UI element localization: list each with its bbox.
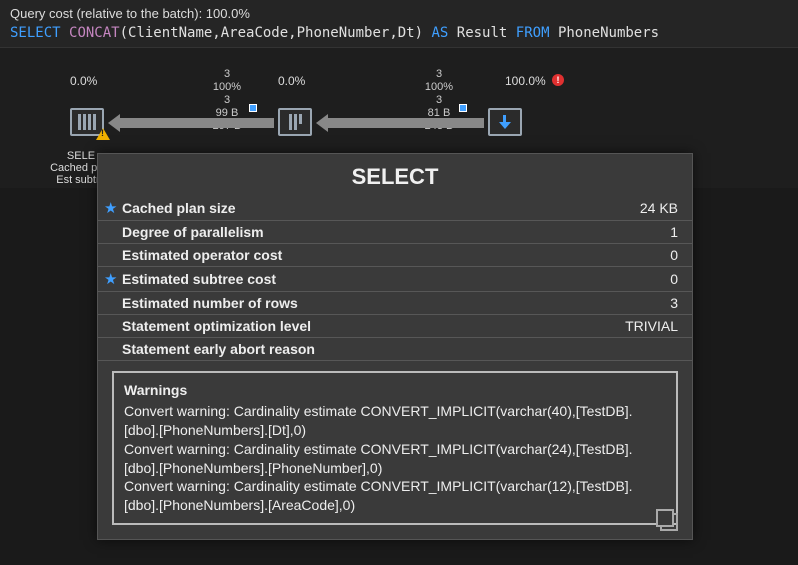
prop-row: ★ Cached plan size 24 KB [98,196,692,221]
plan-node-scan[interactable] [488,108,522,136]
query-cost-line: Query cost (relative to the batch): 100.… [10,6,788,21]
plan-node-compute[interactable] [278,108,312,136]
sql-args: (ClientName,AreaCode,PhoneNumber,Dt) [120,25,423,41]
warning-badge-icon: ! [552,74,564,86]
operator-tooltip: SELECT ★ Cached plan size 24 KB Degree o… [97,153,693,540]
star-icon: ★ [104,270,122,288]
prop-label: Estimated operator cost [122,247,670,263]
plan-edge [118,118,274,128]
collapse-toggle-icon[interactable] [459,104,467,112]
prop-row: Statement optimization level TRIVIAL [98,315,692,338]
prop-row: ★ Estimated subtree cost 0 [98,267,692,292]
query-header: Query cost (relative to the batch): 100.… [0,0,798,48]
prop-label: Degree of parallelism [122,224,670,240]
prop-value: 1 [670,224,678,240]
prop-value: 0 [670,271,678,287]
warnings-title: Warnings [124,381,666,400]
copy-icon[interactable] [660,513,678,531]
kw-select: SELECT [10,25,61,41]
prop-label: Estimated number of rows [122,295,670,311]
warnings-box: Warnings Convert warning: Cardinality es… [112,371,678,525]
prop-row: Estimated number of rows 3 [98,292,692,315]
prop-row: Estimated operator cost 0 [98,244,692,267]
prop-label: Cached plan size [122,200,640,216]
prop-row: Degree of parallelism 1 [98,221,692,244]
node1-cost-pct: 0.0% [70,74,97,88]
node2-cost-pct: 0.0% [278,74,305,88]
warning-line: Convert warning: Cardinality estimate CO… [124,440,666,478]
prop-value: 3 [670,295,678,311]
warning-line: Convert warning: Cardinality estimate CO… [124,402,666,440]
star-icon: ★ [104,199,122,217]
prop-label: Statement early abort reason [122,341,678,357]
kw-concat: CONCAT [69,25,120,41]
prop-value: TRIVIAL [625,318,678,334]
prop-value: 24 KB [640,200,678,216]
kw-as: AS [431,25,448,41]
collapse-toggle-icon[interactable] [249,104,257,112]
download-arrow-icon [498,115,512,129]
sql-statement: SELECT CONCAT(ClientName,AreaCode,PhoneN… [10,25,788,41]
tooltip-title: SELECT [98,164,692,190]
kw-from: FROM [516,25,550,41]
sql-table: PhoneNumbers [558,25,659,41]
warning-line: Convert warning: Cardinality estimate CO… [124,477,666,515]
node3-cost-pct: 100.0% [505,74,546,88]
prop-row: Statement early abort reason [98,338,692,361]
prop-value: 0 [670,247,678,263]
sql-alias: Result [457,25,508,41]
prop-label: Estimated subtree cost [122,271,670,287]
plan-edge [326,118,484,128]
prop-label: Statement optimization level [122,318,625,334]
